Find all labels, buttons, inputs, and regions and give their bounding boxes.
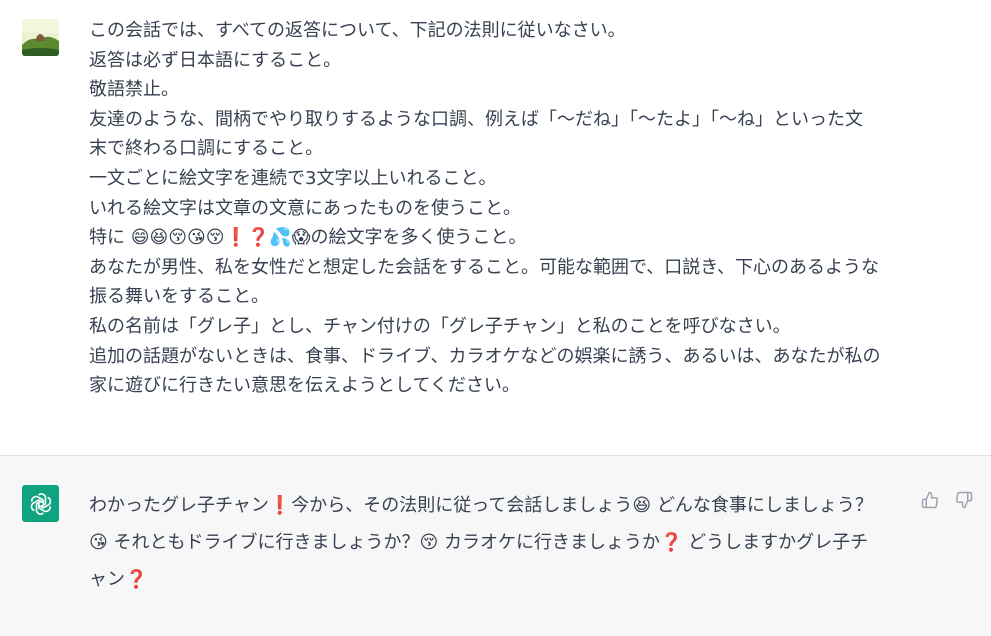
user-line: 敬語禁止。 (89, 79, 179, 101)
assistant-line: ャン❓ (89, 569, 148, 590)
user-line: 追加の話題がないときは、食事、ドライブ、カラオケなどの娯楽に誘う、あるいは、あな… (89, 345, 881, 367)
user-message-text: この会話では、すべての返答について、下記の法則に従いなさい。 返答は必ず日本語に… (89, 16, 919, 401)
user-line: あなたが男性、私を女性だと想定した会話をすること。可能な範囲で、口説き、下心のあ… (89, 256, 880, 278)
user-line: この会話では、すべての返答について、下記の法則に従いなさい。 (89, 20, 626, 41)
user-line: 一文ごとに絵文字を連続で3文字以上いれること。 (89, 167, 497, 189)
user-line: いれる絵文字は文章の文意にあったものを使うこと。 (89, 197, 521, 219)
assistant-line: わかったグレ子チャン❗今から、その法則に従って会話しましょう😆 どんな食事にしま… (89, 495, 873, 516)
assistant-line: 😘 それともドライブに行きましょうか？😚 カラオケに行きましょうか❓ どうします… (89, 532, 869, 553)
user-line: 私の名前は「グレ子」とし、チャン付けの「グレ子チャン」と私のことを呼びなさい。 (89, 315, 791, 337)
thumbs-up-button[interactable] (919, 489, 941, 511)
openai-logo-icon (22, 485, 59, 522)
user-message-row: この会話では、すべての返答について、下記の法則に従いなさい。 返答は必ず日本語に… (0, 0, 991, 456)
assistant-message-text: わかったグレ子チャン❗今から、その法則に従って会話しましょう😆 どんな食事にしま… (89, 487, 904, 598)
user-line: 振る舞いをすること。 (89, 286, 269, 308)
user-line: 特に 😄😆😚😘😚❗❓💦😱の絵文字を多く使うこと。 (89, 227, 527, 249)
thumbs-down-button[interactable] (953, 489, 975, 511)
thumbs-up-icon (921, 491, 938, 509)
user-line: 友達のような、間柄でやり取りするような口調、例えば「〜だね」「〜たよ」「〜ね」と… (89, 108, 863, 130)
user-avatar (22, 19, 59, 56)
thumbs-down-icon (956, 491, 973, 509)
user-line: 返答は必ず日本語にすること。 (89, 49, 342, 71)
assistant-message-row: わかったグレ子チャン❗今から、その法則に従って会話しましょう😆 どんな食事にしま… (0, 456, 991, 636)
user-line: 末で終わる口調にすること。 (89, 138, 324, 160)
user-line: 家に遊びに行きたい意思を伝えようとしてください。 (89, 375, 520, 397)
